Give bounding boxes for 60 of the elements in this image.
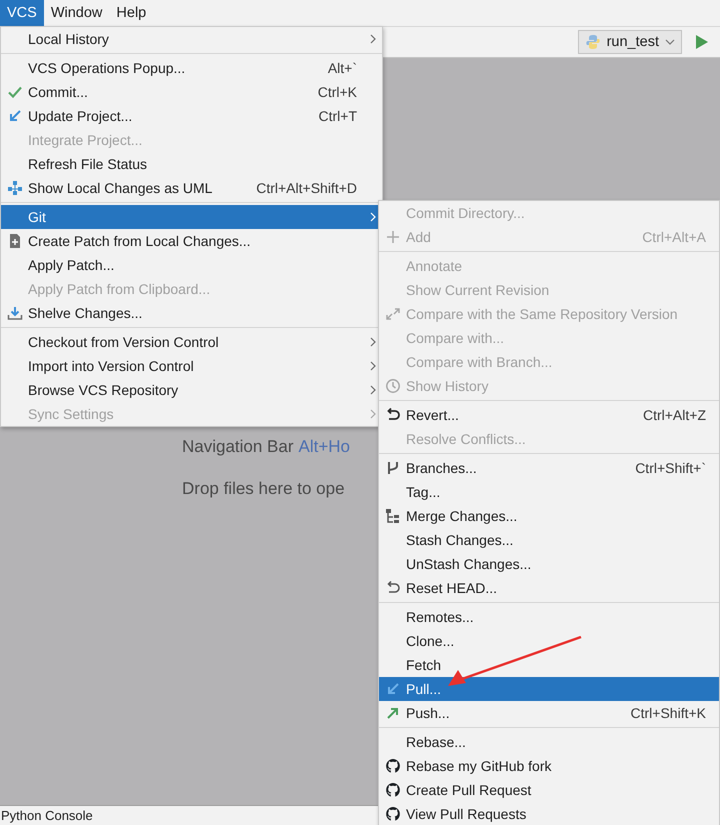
shortcut-text: Ctrl+K bbox=[318, 84, 358, 100]
github-icon bbox=[384, 806, 400, 822]
menu-item[interactable]: Update Project... Ctrl+T bbox=[1, 104, 382, 128]
menu-item[interactable]: Reset HEAD... bbox=[379, 576, 719, 600]
menu-item[interactable]: Tag... bbox=[379, 480, 719, 504]
chevron-down-icon bbox=[665, 39, 675, 45]
menu-item[interactable]: Pull... bbox=[379, 677, 719, 701]
download-tray-icon bbox=[6, 305, 22, 321]
menu-bar-item[interactable]: VCS bbox=[0, 0, 44, 26]
menu-item[interactable]: Rebase... bbox=[379, 730, 719, 754]
run-icon[interactable] bbox=[696, 35, 708, 49]
shortcut-text: Ctrl+Shift+` bbox=[635, 460, 707, 476]
menu-item[interactable]: Checkout from Version Control bbox=[1, 330, 382, 354]
menu-item[interactable]: Import into Version Control bbox=[1, 354, 382, 378]
menu-item[interactable]: Commit... Ctrl+K bbox=[1, 80, 382, 104]
check-icon bbox=[6, 84, 22, 100]
menu-item[interactable]: Remotes... bbox=[379, 605, 719, 629]
shortcut-text: Ctrl+Alt+Z bbox=[642, 407, 707, 423]
diagram-icon bbox=[6, 180, 22, 196]
menu-bar-item[interactable]: Help bbox=[109, 0, 154, 26]
menu-item[interactable]: Merge Changes... bbox=[379, 504, 719, 528]
menu-item[interactable]: Rebase my GitHub fork bbox=[379, 754, 719, 778]
python-icon bbox=[584, 34, 601, 50]
menu-item[interactable]: View Pull Requests bbox=[379, 802, 719, 825]
github-icon bbox=[384, 782, 400, 798]
menu-item[interactable]: UnStash Changes... bbox=[379, 552, 719, 576]
clock-icon bbox=[384, 378, 400, 394]
shortcut-text: Alt+Ho bbox=[298, 437, 350, 457]
shortcut-text: Ctrl+Shift+K bbox=[630, 705, 707, 721]
menu-item[interactable]: Show Local Changes as UML Ctrl+Alt+Shift+D bbox=[1, 176, 382, 200]
tree-icon bbox=[384, 508, 400, 524]
shortcut-text: Ctrl+T bbox=[318, 108, 358, 124]
menu-item[interactable]: Push... Ctrl+Shift+K bbox=[379, 701, 719, 725]
menu-item[interactable]: VCS Operations Popup... Alt+` bbox=[1, 56, 382, 80]
menu-item[interactable]: Revert... Ctrl+Alt+Z bbox=[379, 403, 719, 427]
shortcut-text: Alt+` bbox=[328, 60, 358, 76]
run-config-dropdown[interactable]: run_test bbox=[578, 30, 682, 54]
github-icon bbox=[384, 758, 400, 774]
undo-icon bbox=[384, 580, 400, 596]
up-right-arrow-icon bbox=[384, 705, 400, 721]
menu-item[interactable]: Create Patch from Local Changes... bbox=[1, 229, 382, 253]
menu-item[interactable]: Fetch bbox=[379, 653, 719, 677]
menu-item[interactable]: Shelve Changes... bbox=[1, 301, 382, 325]
menu-item[interactable]: Branches... Ctrl+Shift+` bbox=[379, 456, 719, 480]
menu-bar-item[interactable]: Window bbox=[44, 0, 110, 26]
menu-item[interactable]: Create Pull Request bbox=[379, 778, 719, 802]
tool-window-tab[interactable]: Python Console bbox=[0, 808, 93, 823]
shortcut-text: Ctrl+Alt+A bbox=[642, 229, 707, 245]
hint-text: Navigation Bar bbox=[182, 437, 294, 457]
menu-item[interactable]: Clone... bbox=[379, 629, 719, 653]
arrows-icon bbox=[384, 306, 400, 322]
plus-icon bbox=[384, 229, 400, 245]
menu-item[interactable]: Refresh File Status bbox=[1, 152, 382, 176]
menu-item[interactable]: Local History bbox=[1, 27, 382, 51]
undo-icon bbox=[384, 407, 400, 423]
menu-item[interactable]: Browse VCS Repository bbox=[1, 378, 382, 402]
hint-text: Drop files here to ope bbox=[182, 479, 345, 499]
shortcut-text: Ctrl+Alt+Shift+D bbox=[256, 180, 358, 196]
menu-item[interactable]: Apply Patch... bbox=[1, 253, 382, 277]
menu-item[interactable]: Stash Changes... bbox=[379, 528, 719, 552]
